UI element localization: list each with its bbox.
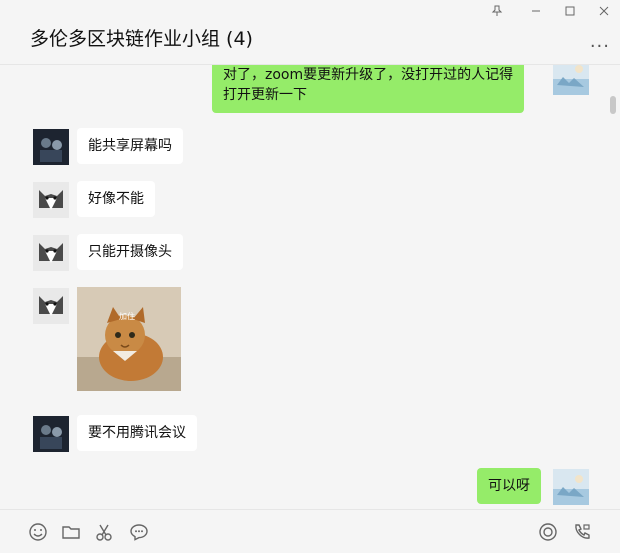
- scissors-icon[interactable]: [95, 522, 115, 542]
- avatar[interactable]: [553, 65, 589, 95]
- message-bubble-incoming[interactable]: 要不用腾讯会议: [77, 415, 197, 451]
- maximize-icon[interactable]: [561, 4, 579, 22]
- more-options-icon[interactable]: ···: [590, 36, 610, 57]
- avatar[interactable]: [33, 416, 69, 452]
- folder-icon[interactable]: [61, 522, 81, 542]
- emoji-icon[interactable]: [28, 522, 48, 542]
- message-bubble-outgoing[interactable]: 可以呀: [477, 468, 541, 504]
- message-list[interactable]: 对了，zoom要更新升级了，没打开过的人记得 打开更新一下 能共享屏幕吗 好像不…: [0, 65, 620, 508]
- message-bubble-incoming[interactable]: 能共享屏幕吗: [77, 128, 183, 164]
- chat-scrollbar[interactable]: [610, 96, 616, 114]
- chat-header: 多伦多区块链作业小组 (4) ···: [0, 0, 620, 65]
- minimize-icon[interactable]: [527, 4, 545, 22]
- avatar[interactable]: [33, 182, 69, 218]
- live-icon[interactable]: [538, 522, 558, 542]
- avatar[interactable]: [33, 288, 69, 324]
- message-text-line: 对了，zoom要更新升级了，没打开过的人记得: [223, 67, 514, 83]
- avatar[interactable]: [33, 235, 69, 271]
- avatar[interactable]: [33, 129, 69, 165]
- message-text-line: 打开更新一下: [223, 87, 307, 103]
- chat-title: 多伦多区块链作业小组 (4): [30, 28, 253, 50]
- chat-history-icon[interactable]: [129, 522, 149, 542]
- pin-icon[interactable]: [488, 4, 506, 22]
- message-bubble-incoming[interactable]: 好像不能: [77, 181, 155, 217]
- call-icon[interactable]: [572, 522, 592, 542]
- sticker-image[interactable]: 加住: [77, 287, 181, 391]
- message-bubble-incoming[interactable]: 只能开摄像头: [77, 234, 183, 270]
- avatar[interactable]: [553, 469, 589, 505]
- sticker-caption: 加住: [119, 312, 135, 321]
- close-icon[interactable]: [595, 4, 613, 22]
- message-bubble-outgoing[interactable]: 对了，zoom要更新升级了，没打开过的人记得 打开更新一下: [212, 65, 525, 113]
- composer-toolbar: [0, 509, 620, 553]
